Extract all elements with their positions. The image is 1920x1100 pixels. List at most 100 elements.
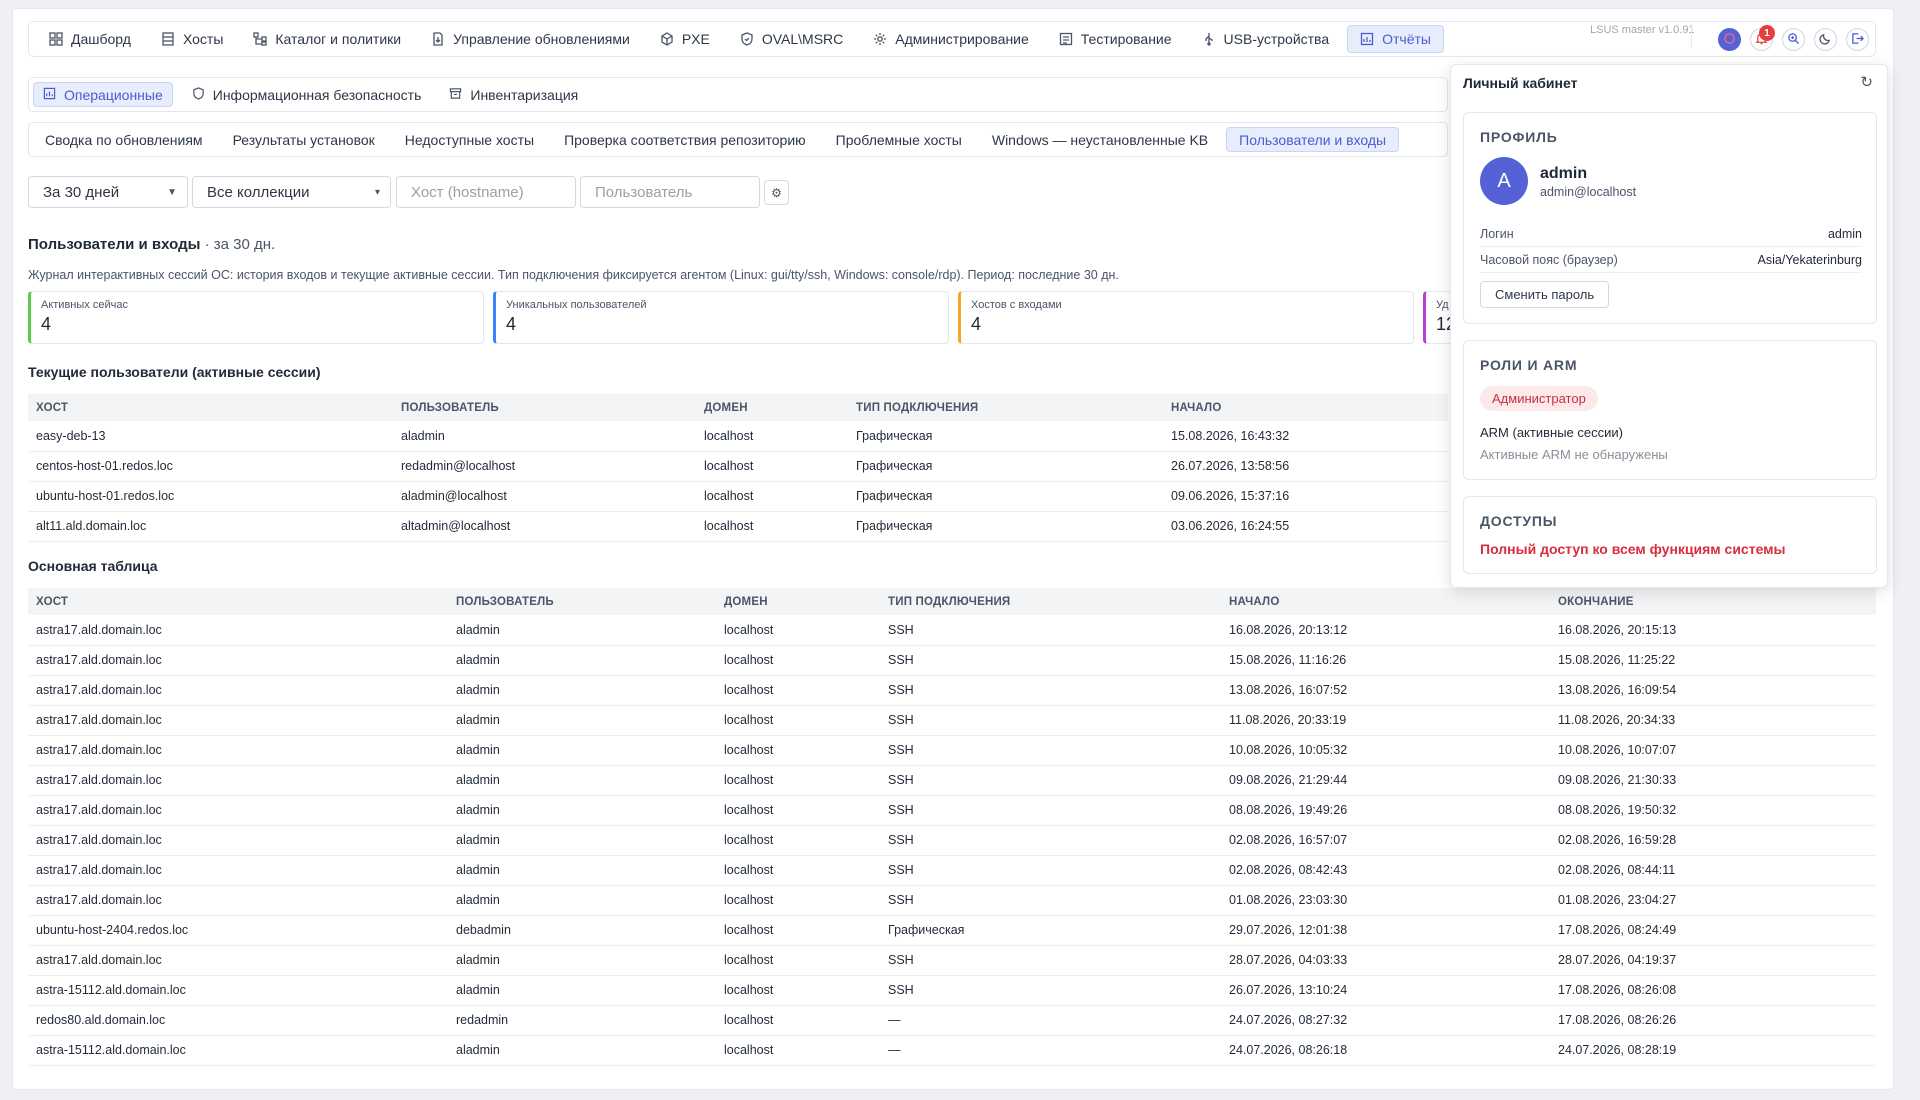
cell-domain: localhost xyxy=(716,735,880,766)
table-row[interactable]: astra17.ald.domain.loc aladmin localhost SS… xyxy=(28,945,1876,976)
nav-label: OVAL\MSRC xyxy=(761,31,844,47)
nav-oval[interactable]: OVAL\MSRC xyxy=(728,25,855,53)
table-row[interactable]: astra17.ald.domain.loc aladmin localhost SS… xyxy=(28,705,1876,736)
col-start[interactable]: НАЧАЛО xyxy=(1221,588,1550,615)
cell-type: SSH xyxy=(880,675,1221,706)
cell-type: Графическая xyxy=(848,481,1163,512)
report-tab-problem-hosts[interactable]: Проблемные хосты xyxy=(824,127,974,152)
table-row[interactable]: astra17.ald.domain.loc aladmin localhost SS… xyxy=(28,795,1876,826)
report-tab-update-summary[interactable]: Сводка по обновлениям xyxy=(33,127,215,152)
search-zoom-button[interactable] xyxy=(1782,28,1805,51)
nav-dashboard[interactable]: Дашборд xyxy=(37,25,143,53)
user-email: admin@localhost xyxy=(1540,185,1637,199)
table-header-row: ХОСТ ПОЛЬЗОВАТЕЛЬ ДОМЕН ТИП ПОДКЛЮЧЕНИЯ … xyxy=(28,394,1448,421)
col-user[interactable]: ПОЛЬЗОВАТЕЛЬ xyxy=(393,394,696,421)
report-icon xyxy=(43,87,56,103)
host-input[interactable] xyxy=(411,183,561,201)
nav-pxe[interactable]: PXE xyxy=(648,25,722,53)
col-end[interactable]: ОКОНЧАНИЕ xyxy=(1550,588,1876,615)
grid-icon xyxy=(49,32,63,46)
change-password-button[interactable]: Сменить пароль xyxy=(1480,281,1610,308)
table-row[interactable]: astra-15112.ald.domain.loc aladmin localho… xyxy=(28,975,1876,1006)
theme-toggle-button[interactable] xyxy=(1814,28,1837,51)
col-connection-type[interactable]: ТИП ПОДКЛЮЧЕНИЯ xyxy=(848,394,1163,421)
table-row[interactable]: easy-deb-13 aladmin localhost Графическая 15… xyxy=(28,421,1448,452)
stat-label: Хостов с входами xyxy=(971,299,1062,311)
tab-infosec[interactable]: Информационная безопасность xyxy=(183,82,431,107)
cell-type: SSH xyxy=(880,945,1221,976)
report-tab-users-logins[interactable]: Пользователи и входы xyxy=(1226,127,1400,152)
col-connection-type[interactable]: ТИП ПОДКЛЮЧЕНИЯ xyxy=(880,588,1221,615)
cell-start: 09.06.2026, 15:37:16 xyxy=(1163,481,1448,512)
nav-catalog[interactable]: Каталог и политики xyxy=(241,25,413,53)
user-menu-button[interactable] xyxy=(1718,28,1741,51)
login-label: Логин xyxy=(1480,226,1514,241)
tab-label: Операционные xyxy=(64,86,163,103)
filter-settings-button[interactable]: ⚙ xyxy=(764,180,789,205)
tab-label: Информационная безопасность xyxy=(212,86,422,103)
table-row[interactable]: astra17.ald.domain.loc aladmin localhost SS… xyxy=(28,645,1876,676)
cell-user: aladmin xyxy=(448,855,716,886)
table-row[interactable]: astra17.ald.domain.loc aladmin localhost SS… xyxy=(28,735,1876,766)
cell-end: 17.08.2026, 08:26:26 xyxy=(1550,1005,1876,1036)
shield-check-icon xyxy=(740,32,754,46)
col-user[interactable]: ПОЛЬЗОВАТЕЛЬ xyxy=(448,588,716,615)
table-row[interactable]: astra17.ald.domain.loc aladmin localhost SS… xyxy=(28,615,1876,646)
col-domain[interactable]: ДОМЕН xyxy=(716,588,880,615)
col-start[interactable]: НАЧАЛО xyxy=(1163,394,1448,421)
table-row[interactable]: astra17.ald.domain.loc aladmin localhost SS… xyxy=(28,855,1876,886)
cell-host: easy-deb-13 xyxy=(28,421,393,452)
nav-usb[interactable]: USB-устройства xyxy=(1190,25,1342,53)
table-row[interactable]: astra17.ald.domain.loc aladmin localhost SS… xyxy=(28,885,1876,916)
nav-label: Управление обновлениями xyxy=(453,31,630,47)
cell-host: astra17.ald.domain.loc xyxy=(28,735,448,766)
nav-hosts[interactable]: Хосты xyxy=(149,25,235,53)
table-row[interactable]: redos80.ald.domain.loc redadmin localhost —… xyxy=(28,1005,1876,1036)
cell-start: 26.07.2026, 13:10:24 xyxy=(1221,975,1550,1006)
file-download-icon xyxy=(431,32,445,46)
nav-testing[interactable]: Тестирование xyxy=(1047,25,1184,53)
cell-user: aladmin xyxy=(448,795,716,826)
nav-label: Отчёты xyxy=(1382,31,1431,47)
col-host[interactable]: ХОСТ xyxy=(28,588,448,615)
nav-updates[interactable]: Управление обновлениями xyxy=(419,25,642,53)
table-row[interactable]: ubuntu-host-2404.redos.loc debadmin localh… xyxy=(28,915,1876,946)
roles-card-title: РОЛИ И ARM xyxy=(1480,357,1578,373)
user-input[interactable] xyxy=(595,183,745,201)
host-filter-field[interactable] xyxy=(396,176,576,208)
report-tab-unreachable-hosts[interactable]: Недоступные хосты xyxy=(393,127,546,152)
table-row[interactable]: astra-15112.ald.domain.loc aladmin localho… xyxy=(28,1035,1876,1066)
cell-end: 16.08.2026, 20:15:13 xyxy=(1550,615,1876,646)
collection-select[interactable]: Все коллекции ▾ xyxy=(192,176,391,208)
collection-value: Все коллекции xyxy=(207,183,310,201)
user-filter-field[interactable] xyxy=(580,176,760,208)
refresh-icon[interactable]: ↻ xyxy=(1860,73,1873,91)
cell-domain: localhost xyxy=(716,885,880,916)
table-row[interactable]: astra17.ald.domain.loc aladmin localhost SS… xyxy=(28,675,1876,706)
tab-operational[interactable]: Операционные xyxy=(33,82,173,107)
report-tab-windows-kb[interactable]: Windows — неустановленные KB xyxy=(980,127,1220,152)
table-row[interactable]: astra17.ald.domain.loc aladmin localhost SS… xyxy=(28,765,1876,796)
col-host[interactable]: ХОСТ xyxy=(28,394,393,421)
report-tab-repo-compliance[interactable]: Проверка соответствия репозиторию xyxy=(552,127,818,152)
nav-admin[interactable]: Администрирование xyxy=(861,25,1041,53)
cell-type: Графическая xyxy=(848,511,1163,542)
report-tab-install-results[interactable]: Результаты установок xyxy=(221,127,387,152)
col-domain[interactable]: ДОМЕН xyxy=(696,394,848,421)
table-row[interactable]: ubuntu-host-01.redos.loc aladmin@localhos… xyxy=(28,481,1448,512)
cell-end: 15.08.2026, 11:25:22 xyxy=(1550,645,1876,676)
cell-domain: localhost xyxy=(716,855,880,886)
table-row[interactable]: alt11.ald.domain.loc altadmin@localhost lo… xyxy=(28,511,1448,542)
cell-type: Графическая xyxy=(848,451,1163,482)
cell-user: redadmin xyxy=(448,1005,716,1036)
table-row[interactable]: astra17.ald.domain.loc aladmin localhost SS… xyxy=(28,825,1876,856)
tab-inventory[interactable]: Инвентаризация xyxy=(440,82,587,107)
table-row[interactable]: centos-host-01.redos.loc redadmin@localho… xyxy=(28,451,1448,482)
app-version: LSUS master v1.0.91 xyxy=(1590,24,1695,36)
notifications-badge: 1 xyxy=(1759,25,1775,41)
nav-reports[interactable]: Отчёты xyxy=(1347,25,1444,53)
page-title: Пользователи и входы · за 30 дн. xyxy=(28,236,275,253)
period-select[interactable]: За 30 дней ▼ xyxy=(28,176,188,208)
popup-title: Личный кабинет xyxy=(1463,75,1578,91)
logout-button[interactable] xyxy=(1846,28,1869,51)
